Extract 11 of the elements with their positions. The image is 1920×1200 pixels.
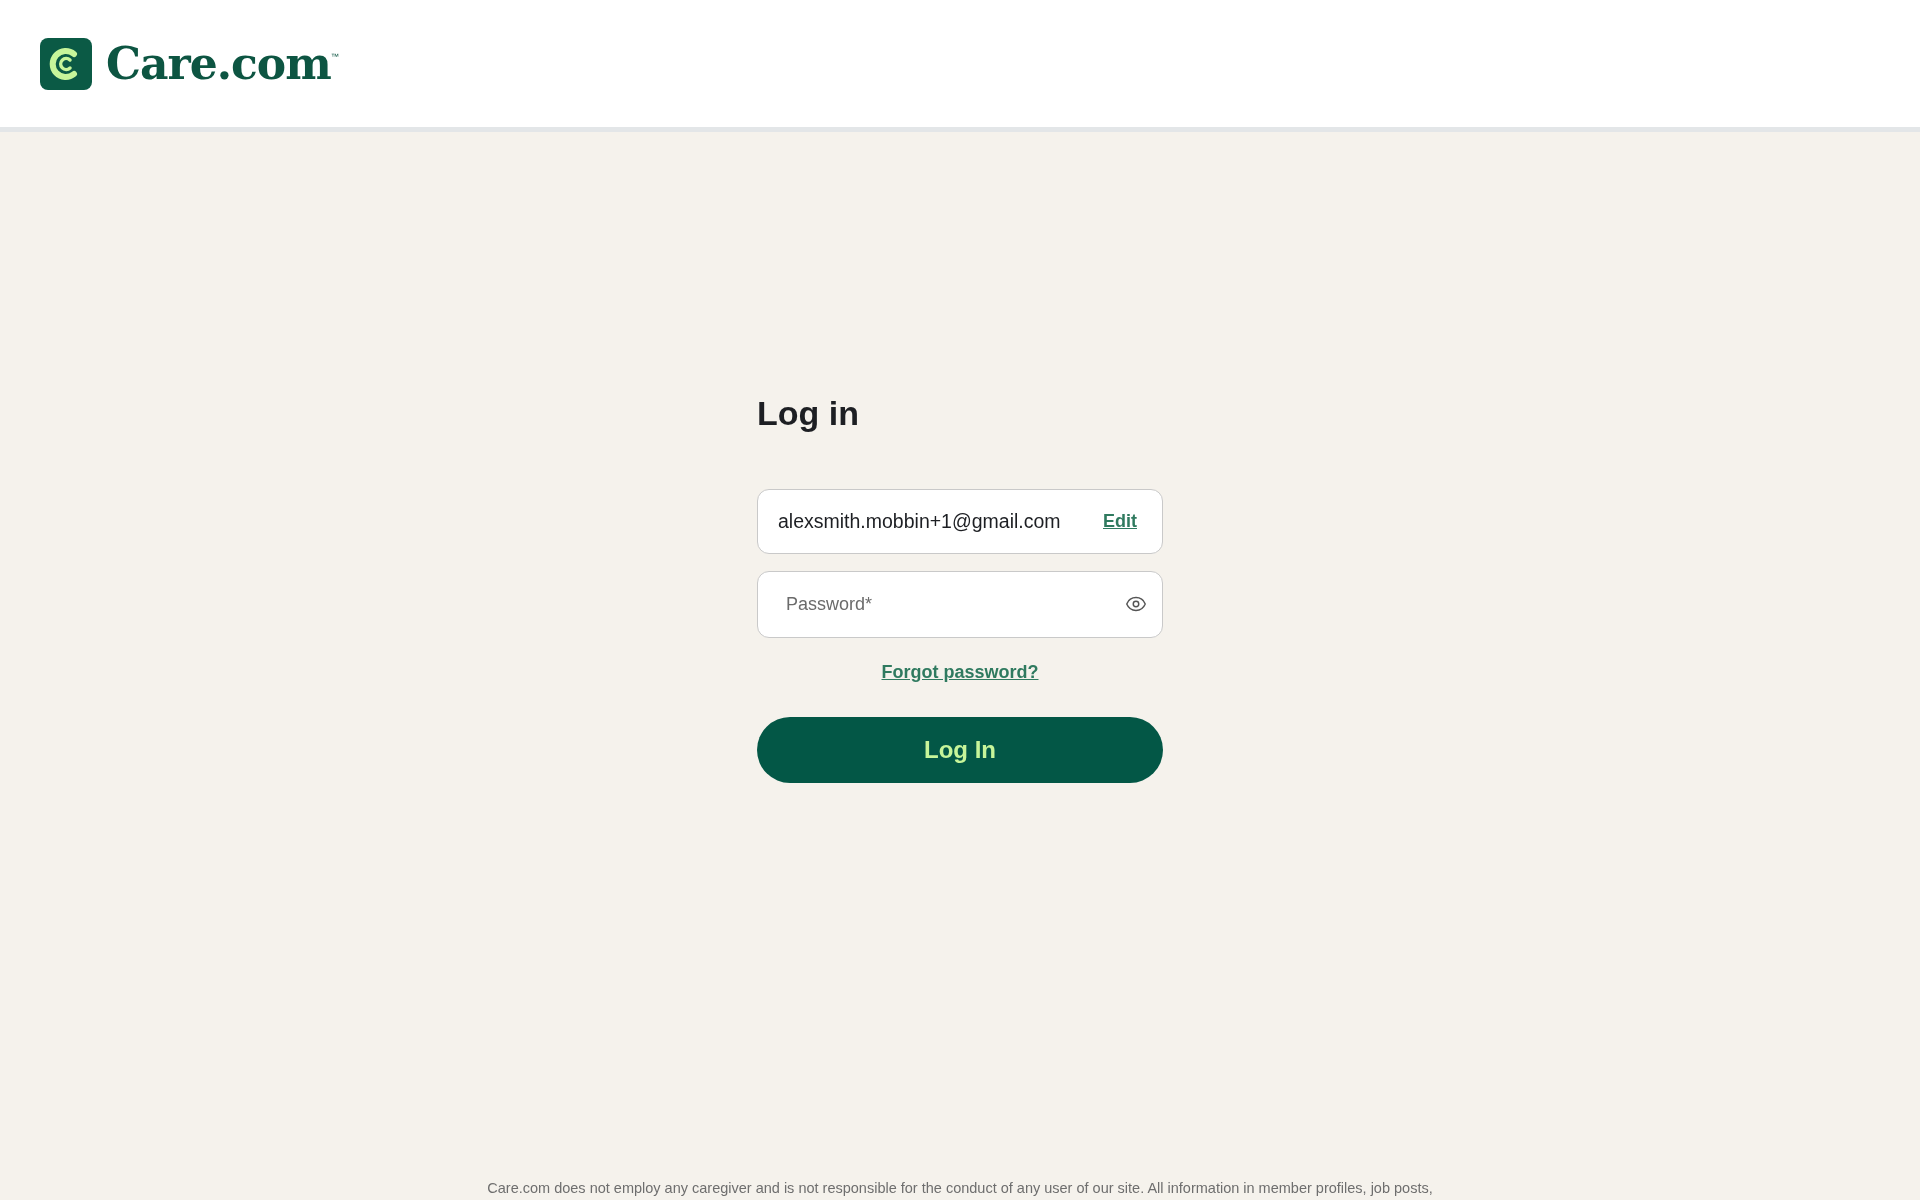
disclaimer-text: Care.com does not employ any caregiver and is not responsible for the conduct of any user of our site. All information in member profiles, job posts, [487, 1180, 1433, 1196]
trademark-mark: ™ [330, 52, 339, 61]
email-value: alexsmith.mobbin+1@gmail.com [778, 510, 1061, 533]
logo-text[interactable]: Care.com [106, 38, 331, 89]
password-field[interactable]: Password* [757, 571, 1163, 638]
edit-link[interactable]: Edit [1103, 511, 1137, 532]
page-title: Log in [757, 394, 860, 433]
logo-icon [40, 37, 92, 90]
login-button[interactable]: Log In [757, 717, 1163, 783]
forgot-password-link[interactable]: Forgot password? [881, 662, 1039, 683]
email-field[interactable]: alexsmith.mobbin+1@gmail.com Edit [757, 489, 1163, 554]
